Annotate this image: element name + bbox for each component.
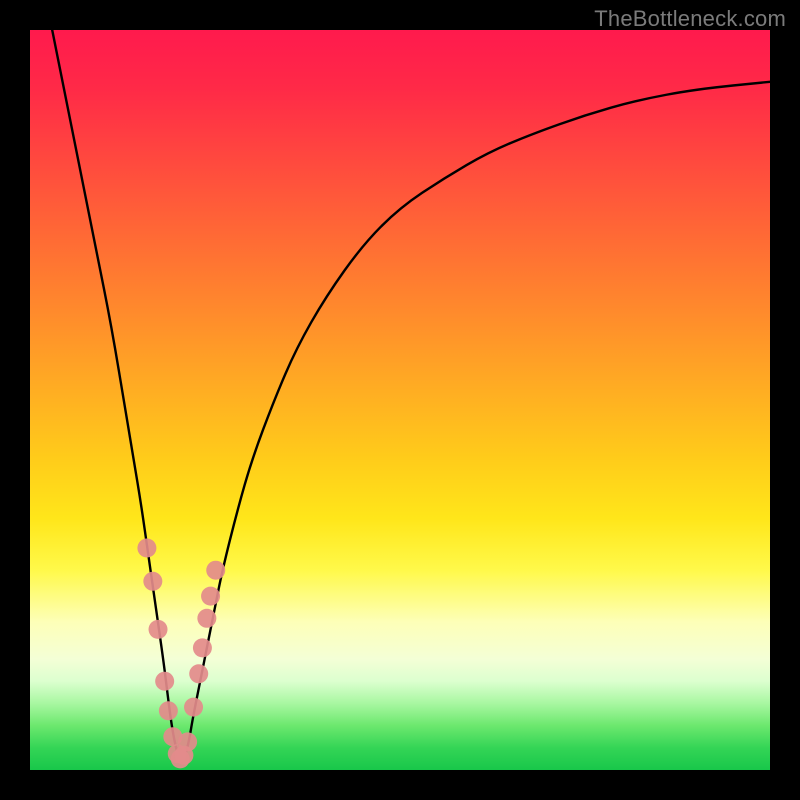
plot-area (30, 30, 770, 770)
data-point (189, 664, 208, 683)
curve-layer (30, 30, 770, 770)
data-point (184, 698, 203, 717)
data-points-group (137, 539, 225, 769)
watermark-text: TheBottleneck.com (594, 6, 786, 32)
bottleneck-curve (52, 30, 770, 761)
data-point (159, 701, 178, 720)
data-point (201, 587, 220, 606)
data-point (143, 572, 162, 591)
data-point (137, 539, 156, 558)
data-point (155, 672, 174, 691)
data-point (178, 732, 197, 751)
data-point (149, 620, 168, 639)
data-point (193, 638, 212, 657)
data-point (206, 561, 225, 580)
outer-frame: TheBottleneck.com (0, 0, 800, 800)
data-point (197, 609, 216, 628)
